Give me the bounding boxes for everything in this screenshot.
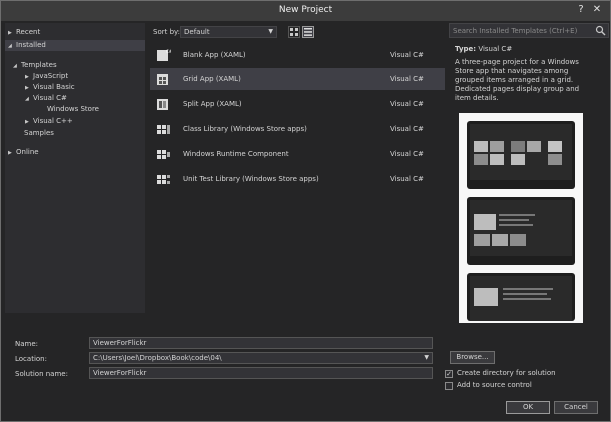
template-item-class-library[interactable]: Class Library (Windows Store apps) Visua… xyxy=(150,118,445,140)
tree-item-label: Visual C# xyxy=(33,94,67,102)
template-list: C# Blank App (XAML) Visual C# Grid App (… xyxy=(150,41,445,313)
expand-arrow-icon: ▶ xyxy=(8,30,12,36)
template-details: Type: Visual C# A three-page project for… xyxy=(451,41,607,323)
collapse-arrow-icon: ◢ xyxy=(8,43,12,49)
name-label: Name: xyxy=(15,340,39,348)
add-to-source-control-label: Add to source control xyxy=(457,381,532,389)
template-language: Visual C# xyxy=(390,51,424,59)
solution-name-field[interactable]: ViewerForFlickr xyxy=(89,367,433,379)
cancel-button[interactable]: Cancel xyxy=(554,401,598,414)
tree-item-label: Visual C++ xyxy=(33,117,73,125)
template-language: Visual C# xyxy=(390,175,424,183)
template-language: Visual C# xyxy=(390,75,424,83)
runtime-component-icon xyxy=(156,147,171,162)
list-view-icon[interactable] xyxy=(302,26,314,38)
template-type: Type: Visual C# xyxy=(455,45,512,53)
template-item-grid-app[interactable]: Grid App (XAML) Visual C# xyxy=(150,68,445,90)
sort-value: Default xyxy=(184,28,210,36)
tree-item-visual-csharp[interactable]: ◢ Visual C# xyxy=(25,93,67,104)
template-name: Blank App (XAML) xyxy=(183,51,246,59)
template-language: Visual C# xyxy=(390,100,424,108)
tree-item-samples[interactable]: Samples xyxy=(24,128,54,139)
split-app-icon xyxy=(156,97,171,112)
grid-app-icon xyxy=(156,72,171,87)
template-language: Visual C# xyxy=(390,125,424,133)
tree-item-templates[interactable]: ◢ Templates xyxy=(13,60,57,71)
template-name: Class Library (Windows Store apps) xyxy=(183,125,307,133)
tree-item-recent[interactable]: ▶ Recent xyxy=(8,27,40,38)
template-item-split-app[interactable]: Split App (XAML) Visual C# xyxy=(150,93,445,115)
search-input[interactable]: Search Installed Templates (Ctrl+E) xyxy=(449,23,609,38)
template-language: Visual C# xyxy=(390,150,424,158)
template-item-blank-app[interactable]: C# Blank App (XAML) Visual C# xyxy=(150,44,445,66)
tree-item-label: Recent xyxy=(16,28,41,36)
sort-label: Sort by: xyxy=(153,28,181,36)
browse-button[interactable]: Browse... xyxy=(450,351,495,364)
tree-item-label: Templates xyxy=(21,61,57,69)
type-label: Type: xyxy=(455,45,477,53)
small-icons-view-icon[interactable] xyxy=(288,26,300,38)
add-to-source-control-checkbox[interactable] xyxy=(445,382,453,390)
project-form: Name: ViewerForFlickr Location: C:\Users… xyxy=(1,321,610,421)
collapse-arrow-icon: ◢ xyxy=(25,96,29,102)
tree-item-label: Installed xyxy=(16,41,46,49)
type-value: Visual C# xyxy=(478,45,513,53)
template-item-runtime-component[interactable]: Windows Runtime Component Visual C# xyxy=(150,143,445,165)
template-name: Grid App (XAML) xyxy=(183,75,241,83)
ok-button[interactable]: OK xyxy=(506,401,550,414)
template-name: Split App (XAML) xyxy=(183,100,242,108)
chevron-down-icon: ▼ xyxy=(268,28,273,35)
close-button[interactable]: ✕ xyxy=(590,3,604,17)
tree-item-label: Visual Basic xyxy=(33,83,75,91)
solution-name-label: Solution name: xyxy=(15,370,68,378)
template-name: Windows Runtime Component xyxy=(183,150,289,158)
new-project-dialog: New Project ? ✕ ▶ Recent ◢ Installed ◢ Temp… xyxy=(0,0,611,422)
window-title: New Project xyxy=(278,5,333,15)
search-icon xyxy=(595,25,606,36)
search-placeholder: Search Installed Templates (Ctrl+E) xyxy=(453,27,578,35)
help-button[interactable]: ? xyxy=(574,3,588,17)
create-directory-label: Create directory for solution xyxy=(457,369,556,377)
expand-arrow-icon: ▶ xyxy=(8,150,12,156)
tree-item-installed[interactable]: ◢ Installed xyxy=(5,40,145,51)
tree-item-visual-cpp[interactable]: ▶ Visual C++ xyxy=(25,116,73,127)
unit-test-library-icon xyxy=(156,172,171,187)
title-bar: New Project ? ✕ xyxy=(1,1,610,21)
template-item-unit-test-library[interactable]: Unit Test Library (Windows Store apps) V… xyxy=(150,168,445,190)
template-name: Unit Test Library (Windows Store apps) xyxy=(183,175,319,183)
template-description: A three-page project for a Windows Store… xyxy=(455,58,580,102)
tree-item-javascript[interactable]: ▶ JavaScript xyxy=(25,71,68,82)
sort-toolbar: Sort by: Default ▼ xyxy=(150,23,445,41)
collapse-arrow-icon: ◢ xyxy=(13,63,17,69)
name-field[interactable]: ViewerForFlickr xyxy=(89,337,433,349)
location-value: C:\Users\Joel\Dropbox\Book\code\04\ xyxy=(93,354,222,362)
class-library-icon xyxy=(156,122,171,137)
tree-item-label: Online xyxy=(16,148,39,156)
tree-item-label: JavaScript xyxy=(33,72,69,80)
svg-text:C#: C# xyxy=(166,49,171,54)
create-directory-checkbox[interactable]: ✓ xyxy=(445,370,453,378)
template-preview xyxy=(459,113,583,323)
sort-dropdown[interactable]: Default ▼ xyxy=(180,26,277,38)
tree-item-windows-store[interactable]: Windows Store xyxy=(47,104,99,115)
chevron-down-icon: ▼ xyxy=(424,354,429,361)
tree-item-visual-basic[interactable]: ▶ Visual Basic xyxy=(25,82,75,93)
location-field[interactable]: C:\Users\Joel\Dropbox\Book\code\04\ ▼ xyxy=(89,352,433,364)
tree-item-online[interactable]: ▶ Online xyxy=(8,147,39,158)
checkmark-icon: ✓ xyxy=(446,370,452,378)
expand-arrow-icon: ▶ xyxy=(25,119,29,125)
template-tree: ▶ Recent ◢ Installed ◢ Templates ▶ JavaScrip… xyxy=(5,23,145,313)
blank-app-icon: C# xyxy=(156,48,173,63)
location-label: Location: xyxy=(15,355,47,363)
